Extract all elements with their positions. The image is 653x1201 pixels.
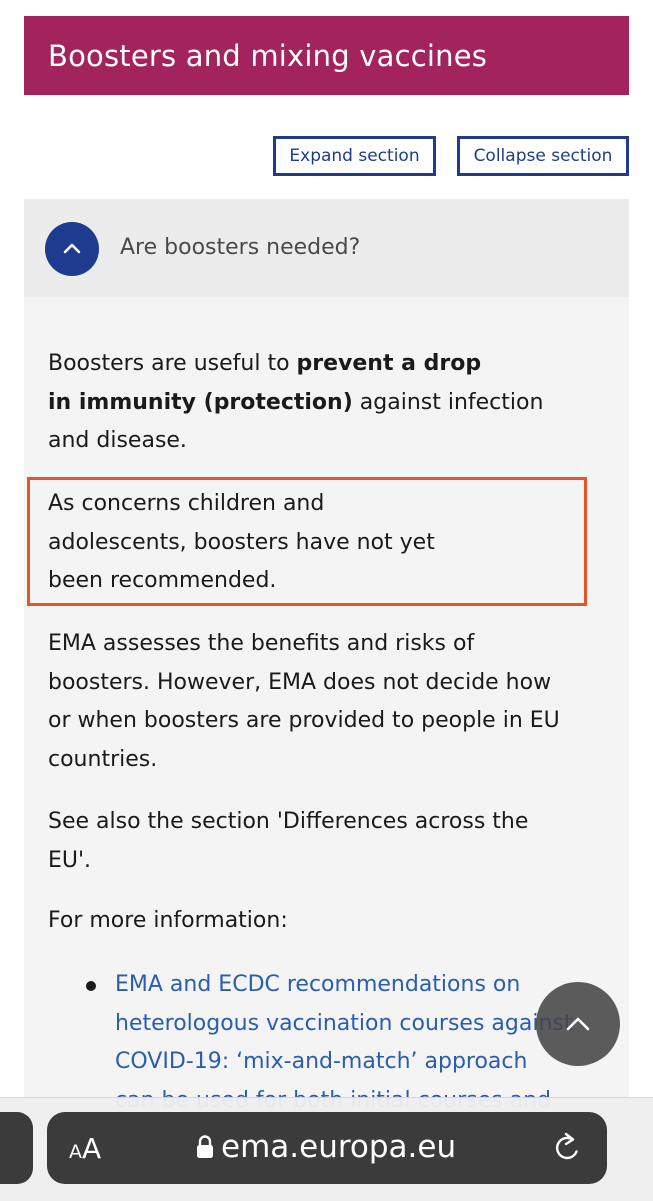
expand-section-button[interactable]: Expand section — [273, 136, 436, 176]
address-bar[interactable]: AA ema.europa.eu — [47, 1112, 607, 1184]
accordion-toggle-button[interactable] — [45, 222, 99, 276]
accordion-header[interactable]: Are boosters needed? — [24, 199, 629, 297]
paragraph-more-info: For more information: — [48, 908, 288, 933]
url-text: ema.europa.eu — [221, 1129, 457, 1165]
lock-icon — [197, 1135, 213, 1158]
reader-text-size-button[interactable]: AA — [69, 1132, 101, 1165]
collapse-section-button[interactable]: Collapse section — [457, 136, 629, 176]
chevron-up-icon — [63, 243, 81, 254]
list-bullet — [86, 981, 96, 991]
paragraph-see-also: See also the section 'Differences across… — [48, 809, 529, 873]
paragraph-ema-assesses: EMA assesses the benefits and risks of b… — [48, 631, 560, 772]
paragraph-children-adolescents: As concerns children and adolescents, bo… — [48, 491, 435, 593]
chevron-up-icon — [566, 1017, 590, 1031]
reload-icon[interactable] — [550, 1130, 584, 1166]
section-title-banner: Boosters and mixing vaccines — [24, 16, 629, 95]
browser-toolbar: AA ema.europa.eu — [0, 1097, 653, 1201]
section-title: Boosters and mixing vaccines — [48, 38, 488, 73]
scroll-to-top-button[interactable] — [536, 982, 620, 1066]
accordion-question: Are boosters needed? — [120, 235, 361, 260]
previous-tab-preview[interactable] — [0, 1112, 33, 1184]
paragraph-boosters-useful: Boosters are useful to prevent a drop in… — [48, 351, 544, 453]
